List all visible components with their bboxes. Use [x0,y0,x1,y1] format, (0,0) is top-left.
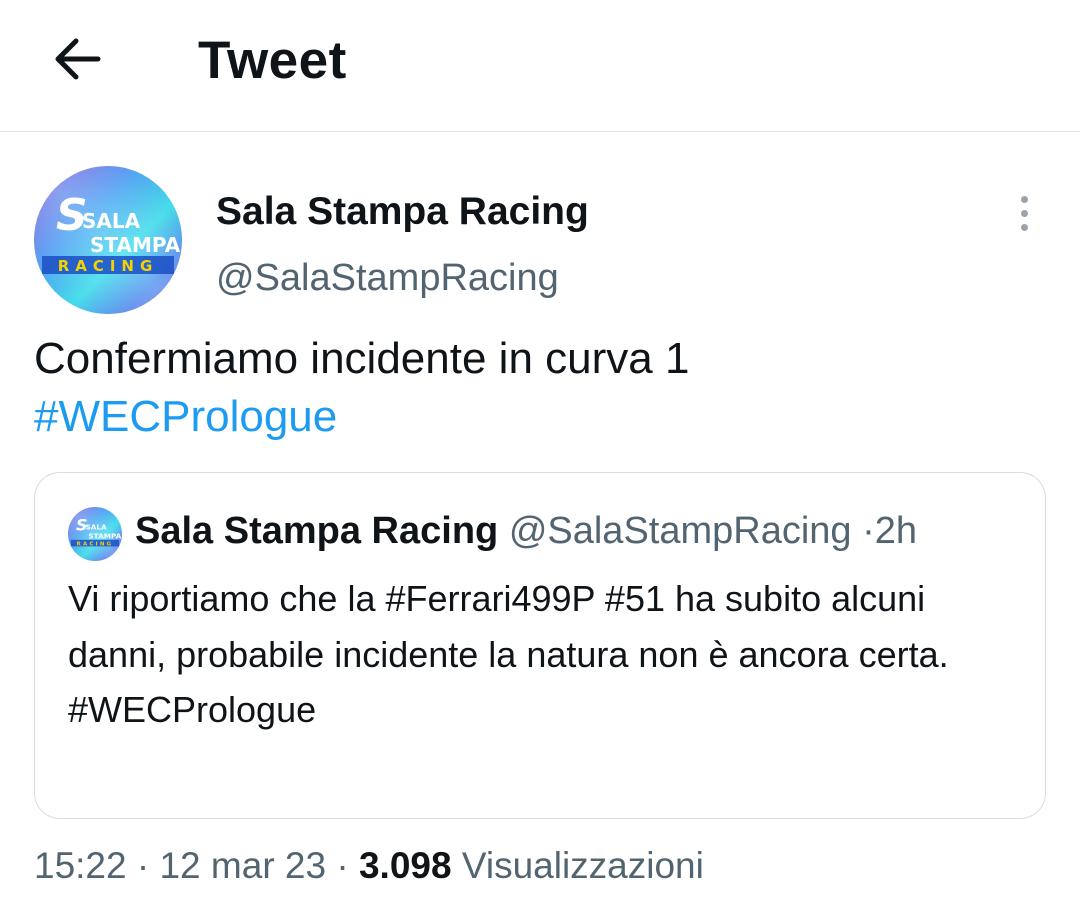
tweet-text: Confermiamo incidente in curva 1 [34,334,690,383]
quoted-tweet-header: Sala Stampa Racing @SalaStampRacing ·2h [135,505,917,557]
quoted-tweet-text: Vi riportiamo che la #Ferrari499P #51 ha… [68,578,949,675]
tweet-time: 15:22 [34,845,127,886]
views-count[interactable]: 3.098 [359,845,452,886]
arrow-left-icon [55,38,101,80]
quoted-time: 2h [874,510,918,552]
top-app-bar: Tweet [0,0,1080,132]
author-handle[interactable]: @SalaStampRacing [216,254,559,302]
separator-dot: · [862,510,875,552]
tweet-body: Confermiamo incidente in curva 1 #WECPro… [34,330,1044,446]
sala-stampa-logo: S SALA STAMPA RACING [34,166,182,314]
page-title: Tweet [198,31,347,90]
quoted-tweet-body: Vi riportiamo che la #Ferrari499P #51 ha… [68,571,1018,738]
tweet-date: 12 mar 23 [159,845,327,886]
tweet-metadata: 15:22 · 12 mar 23 · 3.098 Visualizzazion… [34,840,704,892]
quoted-tweet-card[interactable]: S SALA STAMPA RACING Sala Stampa Racing … [34,472,1046,819]
separator-dot: · [136,845,150,886]
svg-text:RACING: RACING [77,541,114,547]
quoted-author-name: Sala Stampa Racing [135,510,499,552]
back-button[interactable] [44,26,110,92]
svg-text:STAMPA: STAMPA [88,531,121,540]
hashtag-link[interactable]: #WECPrologue [34,388,1044,446]
author-name[interactable]: Sala Stampa Racing [216,188,589,236]
more-vertical-icon [1020,195,1028,203]
separator-dot: · [336,845,349,886]
sala-stampa-logo: S SALA STAMPA RACING [68,507,122,561]
views-label[interactable]: Visualizzazioni [462,845,704,886]
svg-text:SALA: SALA [86,523,108,532]
avatar[interactable]: S SALA STAMPA RACING [34,166,182,314]
quoted-hashtag: #WECPrologue [68,689,317,730]
more-options-button[interactable] [1004,188,1044,238]
quoted-author-handle: @SalaStampRacing [508,510,852,552]
quoted-avatar: S SALA STAMPA RACING [68,507,122,561]
svg-text:SALA: SALA [82,209,141,233]
svg-text:RACING: RACING [58,257,159,275]
svg-text:STAMPA: STAMPA [90,233,181,257]
